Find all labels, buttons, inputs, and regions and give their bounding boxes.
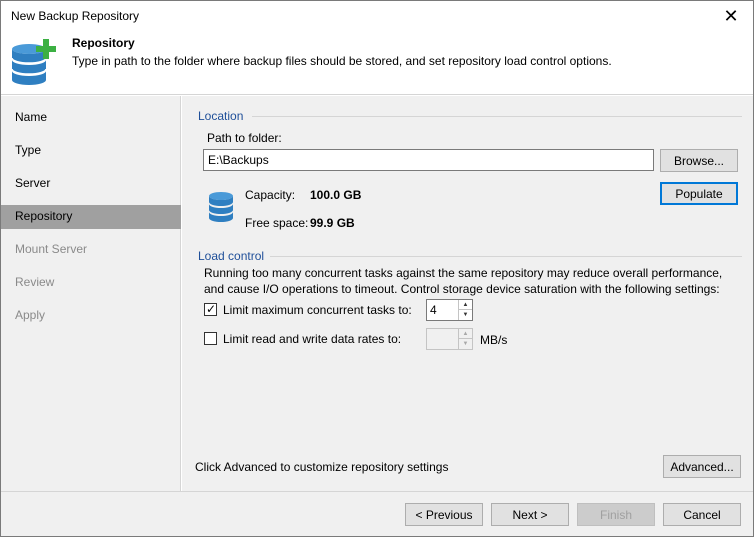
window-title: New Backup Repository [11, 9, 140, 23]
repository-settings-panel: Location Path to folder: E:\Backups Brow… [182, 96, 753, 491]
wizard-steps-sidebar: Name Type Server Repository Mount Server… [1, 96, 181, 491]
cancel-button[interactable]: Cancel [663, 503, 741, 526]
advanced-button[interactable]: Advanced... [663, 455, 741, 478]
spin-down-icon: ▼ [462, 341, 469, 347]
populate-button[interactable]: Populate [660, 182, 738, 205]
sidebar-item-type[interactable]: Type [1, 139, 181, 163]
title-bar[interactable]: New Backup Repository ✕ [1, 1, 753, 31]
sidebar-item-repository[interactable]: Repository [1, 205, 181, 229]
close-button[interactable]: ✕ [709, 1, 753, 31]
load-control-divider [270, 256, 742, 257]
sidebar-item-server[interactable]: Server [1, 172, 181, 196]
limit-rate-label: Limit read and write data rates to: [223, 332, 402, 346]
close-icon: ✕ [723, 5, 739, 26]
path-to-folder-input[interactable]: E:\Backups [203, 149, 654, 171]
limit-tasks-checkbox[interactable]: ✓ [204, 302, 217, 316]
database-add-icon [11, 39, 56, 85]
limit-rate-checkbox[interactable] [204, 332, 217, 345]
load-control-description-line1: Running too many concurrent tasks agains… [204, 266, 723, 280]
path-to-folder-label: Path to folder: [207, 131, 282, 145]
sidebar-item-review: Review [15, 275, 55, 289]
rate-unit-label: MB/s [480, 333, 508, 347]
sidebar-item-name[interactable]: Name [1, 106, 181, 130]
capacity-label: Capacity: [245, 188, 296, 202]
step-description: Type in path to the folder where backup … [72, 54, 612, 68]
limit-rate-stepper: ▲ ▼ [426, 328, 473, 350]
spin-down-icon[interactable]: ▼ [459, 310, 472, 320]
advanced-hint: Click Advanced to customize repository s… [195, 460, 449, 474]
free-space-label: Free space: [245, 216, 309, 230]
browse-button[interactable]: Browse... [660, 149, 738, 172]
database-icon [209, 192, 233, 222]
limit-tasks-value: 4 [430, 303, 437, 317]
checkmark-icon: ✓ [206, 302, 217, 316]
sidebar-item-mount-server: Mount Server [15, 242, 88, 256]
finish-button: Finish [577, 503, 655, 526]
spin-up-icon: ▲ [459, 329, 472, 339]
limit-tasks-label: Limit maximum concurrent tasks to: [223, 303, 412, 317]
spin-up-icon[interactable]: ▲ [459, 300, 472, 310]
step-title: Repository [72, 36, 135, 50]
load-control-description-line2: and cause I/O operations to timeout. Con… [204, 282, 720, 296]
load-control-group-label: Load control [198, 249, 265, 263]
wizard-footer: < Previous Next > Finish Cancel [1, 491, 753, 536]
free-space-value: 99.9 GB [310, 216, 355, 230]
next-button[interactable]: Next > [491, 503, 569, 526]
previous-button[interactable]: < Previous [405, 503, 483, 526]
limit-tasks-stepper[interactable]: 4 ▲ ▼ [426, 299, 473, 321]
location-group-label: Location [198, 109, 244, 123]
new-backup-repository-dialog: New Backup Repository ✕ Repository Type … [0, 0, 754, 537]
capacity-value: 100.0 GB [310, 188, 362, 202]
wizard-header: Repository Type in path to the folder wh… [1, 31, 753, 95]
sidebar-item-apply: Apply [15, 308, 46, 322]
location-divider [252, 116, 742, 117]
